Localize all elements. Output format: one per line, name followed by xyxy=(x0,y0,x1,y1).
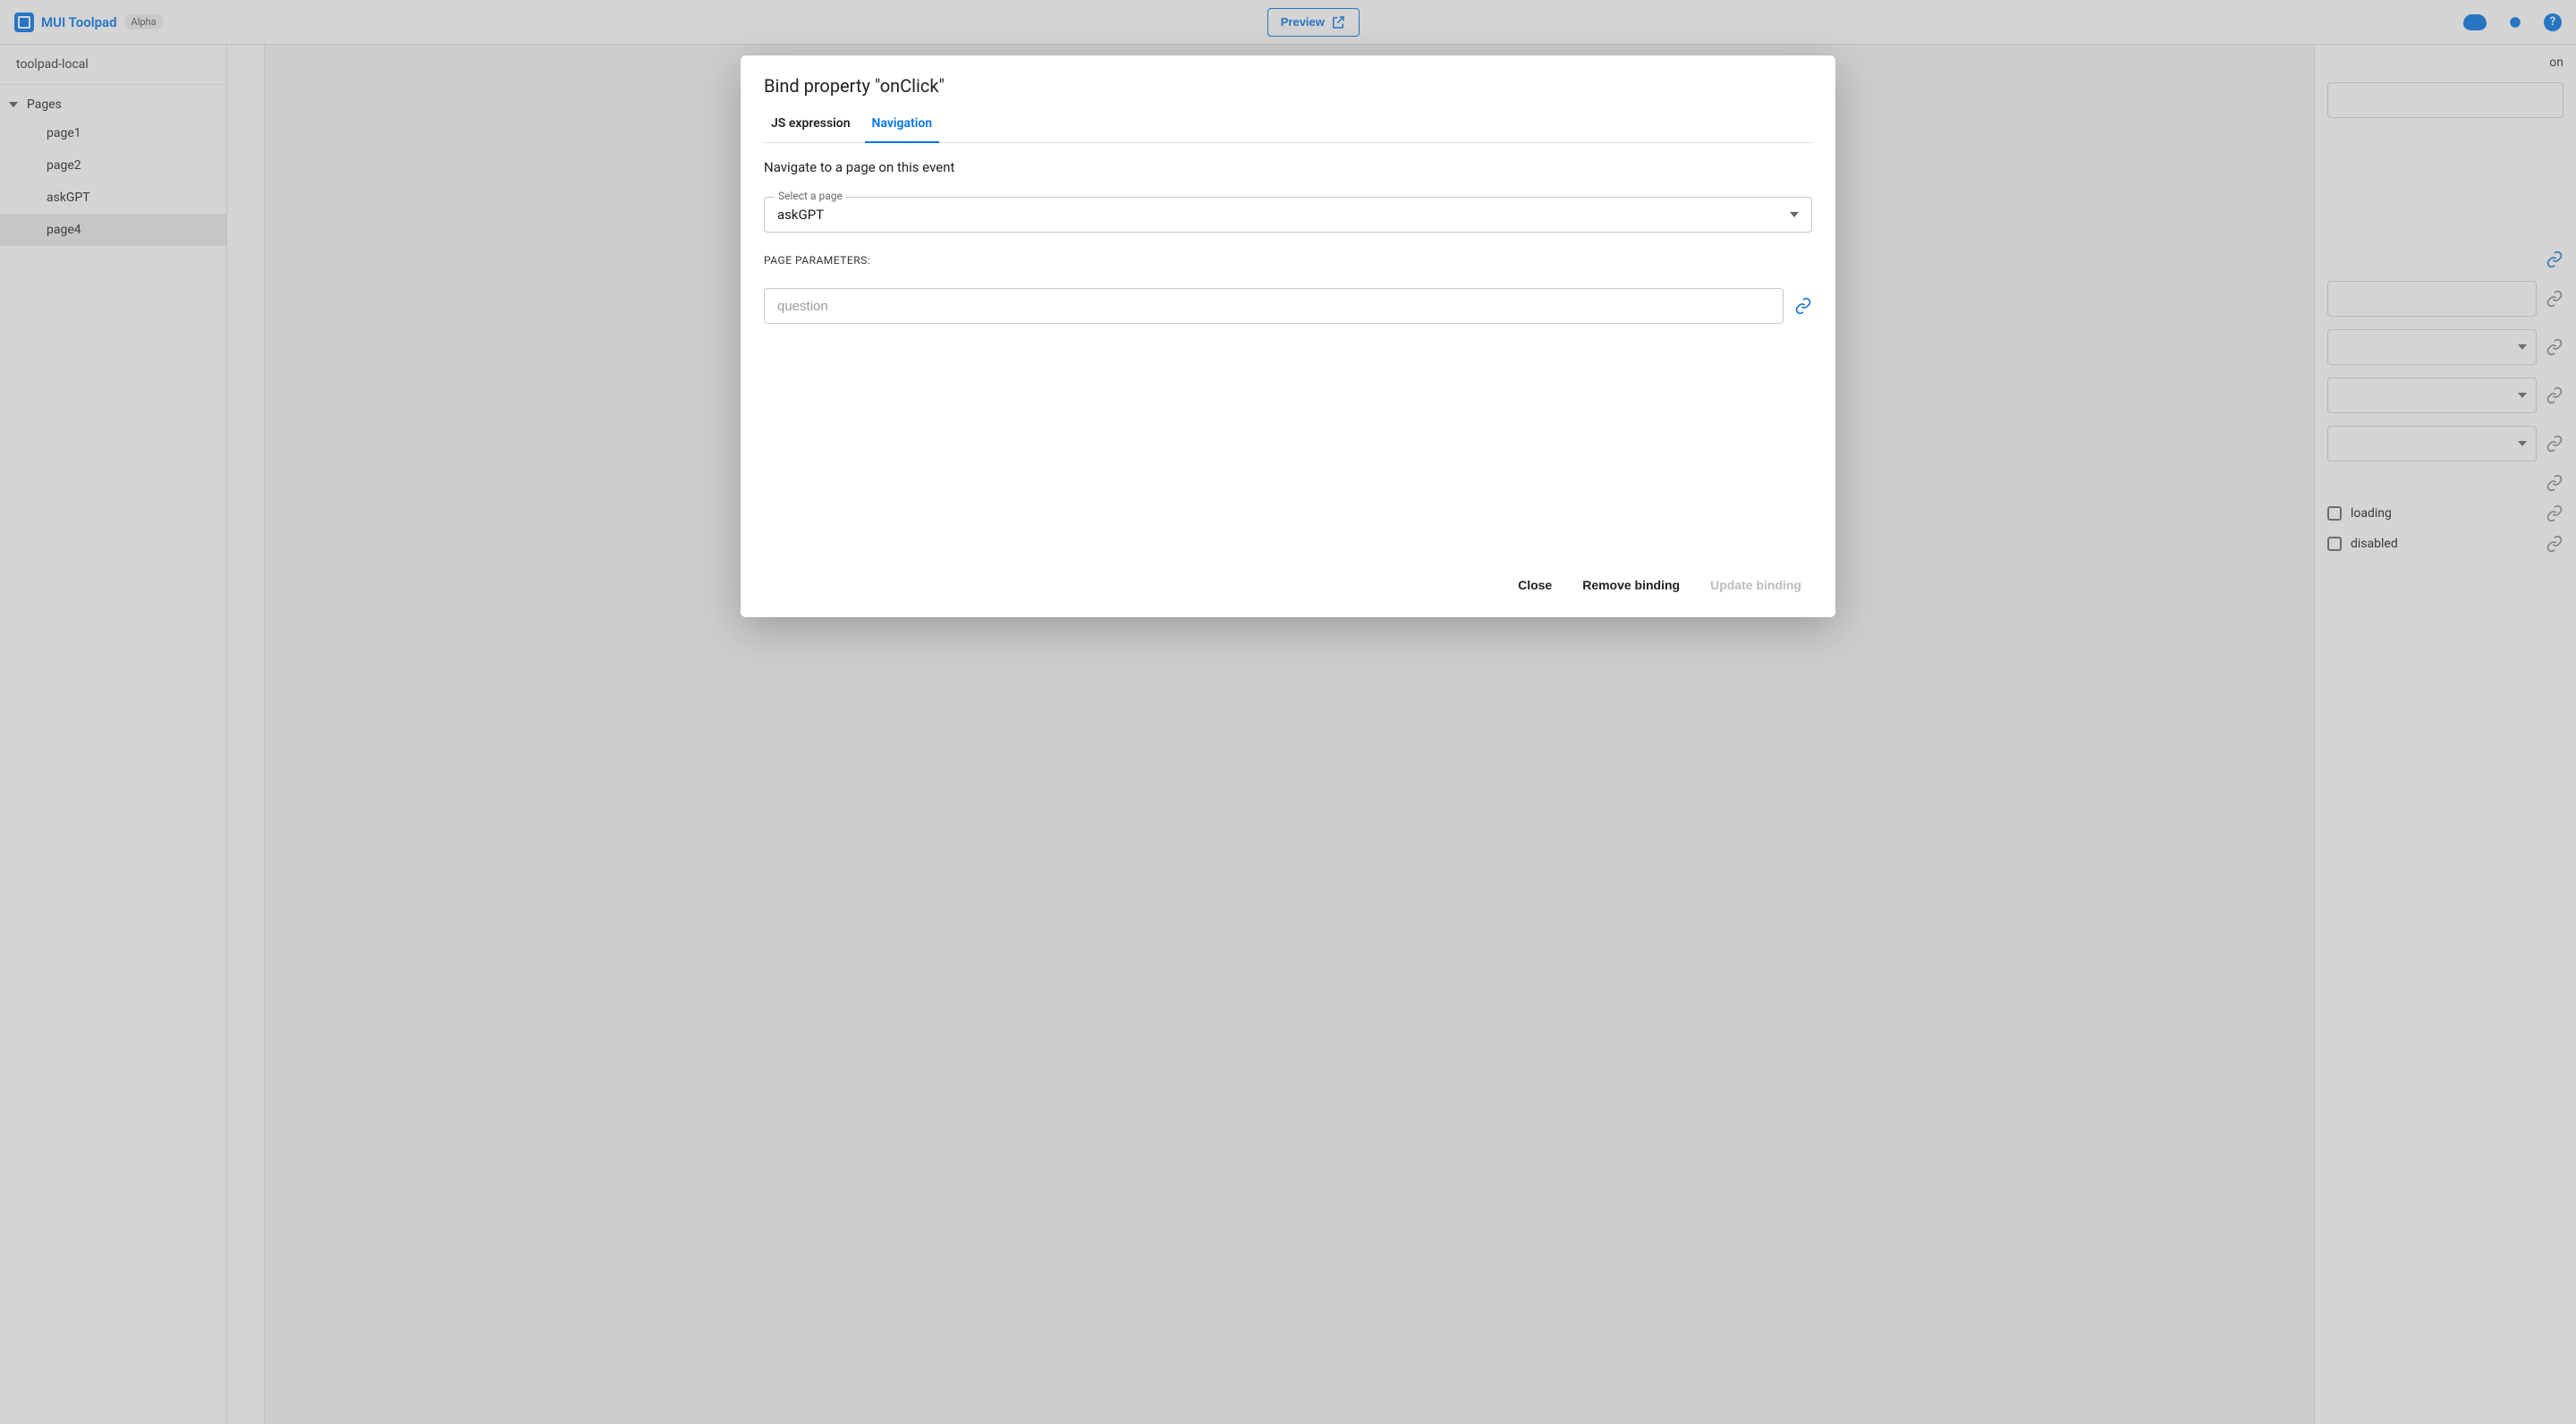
update-binding-button: Update binding xyxy=(1699,571,1812,599)
page-parameters-label: PAGE PARAMETERS: xyxy=(764,254,1812,267)
dialog-description: Navigate to a page on this event xyxy=(764,159,1812,175)
select-page-dropdown[interactable]: askGPT xyxy=(764,197,1812,233)
select-page-value: askGPT xyxy=(777,207,824,223)
tab-js-expression[interactable]: JS expression xyxy=(764,109,858,142)
dialog-body: Navigate to a page on this event Select … xyxy=(764,143,1812,555)
dialog-title: Bind property "onClick" xyxy=(764,75,1812,97)
link-icon[interactable] xyxy=(1794,297,1812,315)
bind-property-dialog: Bind property "onClick" JS expression Na… xyxy=(741,55,1835,617)
select-page-field: Select a page askGPT xyxy=(764,197,1812,233)
page-parameter-row xyxy=(764,288,1812,324)
dialog-footer: Close Remove binding Update binding xyxy=(764,555,1812,599)
select-page-label: Select a page xyxy=(775,190,846,202)
chevron-down-icon xyxy=(1790,212,1799,217)
close-button[interactable]: Close xyxy=(1507,571,1563,599)
modal-overlay[interactable]: Bind property "onClick" JS expression Na… xyxy=(0,0,2576,1424)
page-parameter-input[interactable] xyxy=(764,288,1784,324)
dialog-tabbar: JS expression Navigation xyxy=(764,109,1812,143)
remove-binding-button[interactable]: Remove binding xyxy=(1572,571,1690,599)
tab-navigation[interactable]: Navigation xyxy=(865,109,940,143)
